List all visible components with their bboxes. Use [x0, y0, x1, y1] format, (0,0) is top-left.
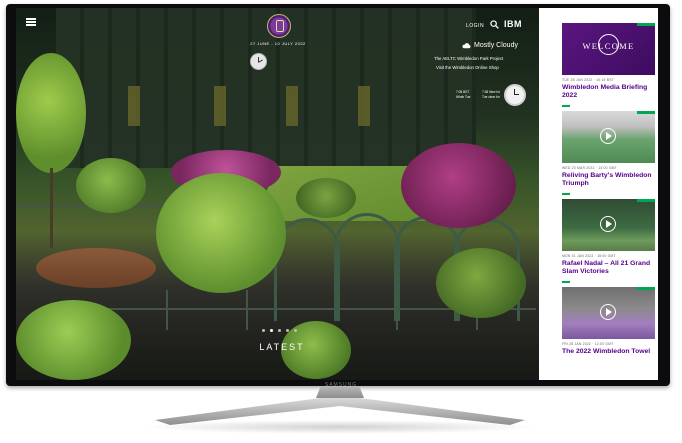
- cloud-icon: [462, 43, 471, 49]
- pergola-arch: [334, 213, 400, 321]
- news-card[interactable]: FRI 28 JAN 2022 · 12:00 GMT The 2022 Wim…: [562, 287, 655, 356]
- online-shop-link[interactable]: Visit the Wimbledon Online Shop: [436, 65, 499, 70]
- card-title[interactable]: Reliving Barty's Wimbledon Triumph: [562, 172, 655, 188]
- login-link[interactable]: LOGIN: [466, 23, 484, 29]
- card-thumbnail[interactable]: [562, 199, 655, 251]
- thumb-text: WELCOME: [582, 41, 635, 51]
- news-card[interactable]: MON 31 JAN 2022 · 15:00 GMT Rafael Nadal…: [562, 199, 655, 283]
- clock-icon: [250, 53, 267, 70]
- background-building: [56, 8, 476, 168]
- hero-image[interactable]: 27 JUNE - 10 JULY 2022 LOGIN IBM Mostly …: [16, 8, 539, 380]
- shrub: [296, 178, 356, 218]
- card-thumbnail[interactable]: [562, 111, 655, 163]
- card-title[interactable]: Wimbledon Media Briefing 2022: [562, 84, 655, 100]
- tournament-dates: 27 JUNE - 10 JULY 2022: [250, 41, 306, 46]
- tv-shadow: [140, 420, 540, 434]
- news-card[interactable]: WELCOME TUE 28 JUN 2022 · 10:15 BST Wimb…: [562, 23, 655, 107]
- search-icon[interactable]: [490, 20, 499, 29]
- timezone-left-line: Wimb Tue: [456, 95, 471, 99]
- timezone-right-line: Tue clear for: [482, 95, 500, 99]
- timezone-left: 7:08 BST Wimb Tue: [456, 90, 470, 100]
- menu-icon[interactable]: [26, 18, 36, 26]
- park-project-link[interactable]: The AELTC Wimbledon Park Project: [434, 56, 503, 61]
- tree: [16, 300, 131, 380]
- wimbledon-logo[interactable]: [267, 14, 291, 38]
- latest-label: LATEST: [259, 342, 305, 352]
- shrub: [76, 158, 146, 213]
- ibm-logo[interactable]: IBM: [504, 19, 522, 29]
- tree: [16, 53, 86, 173]
- play-icon[interactable]: [600, 304, 616, 320]
- card-date: MON 31 JAN 2022 · 15:00 GMT: [562, 254, 616, 258]
- card-thumbnail[interactable]: [562, 287, 655, 339]
- building-window: [128, 86, 140, 126]
- building-window: [214, 86, 226, 126]
- shrub: [436, 248, 526, 318]
- weather-label: Mostly Cloudy: [474, 42, 518, 49]
- card-title[interactable]: Rafael Nadal – All 21 Grand Slam Victori…: [562, 260, 655, 276]
- carousel-dots[interactable]: [262, 329, 302, 333]
- news-card[interactable]: WED 23 MAR 2022 · 13:00 GMT Reliving Bar…: [562, 111, 655, 195]
- building-window: [358, 86, 370, 126]
- tree-trunk: [50, 168, 53, 248]
- play-icon[interactable]: [600, 128, 616, 144]
- play-icon[interactable]: [600, 216, 616, 232]
- building-window: [286, 86, 298, 126]
- rail-post: [246, 290, 248, 330]
- card-title[interactable]: The 2022 Wimbledon Towel: [562, 348, 655, 356]
- rail-post: [166, 290, 168, 330]
- card-date: FRI 28 JAN 2022 · 12:00 GMT: [562, 342, 614, 346]
- flowering-tree: [401, 143, 516, 228]
- tree: [156, 173, 286, 293]
- timezone-right: 7:38 New for Tue clear for: [482, 90, 500, 100]
- planter-boxes: [36, 248, 156, 288]
- card-thumbnail[interactable]: WELCOME: [562, 23, 655, 75]
- news-sidebar: WELCOME TUE 28 JUN 2022 · 10:15 BST Wimb…: [539, 8, 658, 380]
- card-date: TUE 28 JUN 2022 · 10:15 BST: [562, 78, 614, 82]
- tv-screen: 27 JUNE - 10 JULY 2022 LOGIN IBM Mostly …: [16, 8, 658, 380]
- analog-clock: [504, 84, 526, 106]
- card-date: WED 23 MAR 2022 · 13:00 GMT: [562, 166, 617, 170]
